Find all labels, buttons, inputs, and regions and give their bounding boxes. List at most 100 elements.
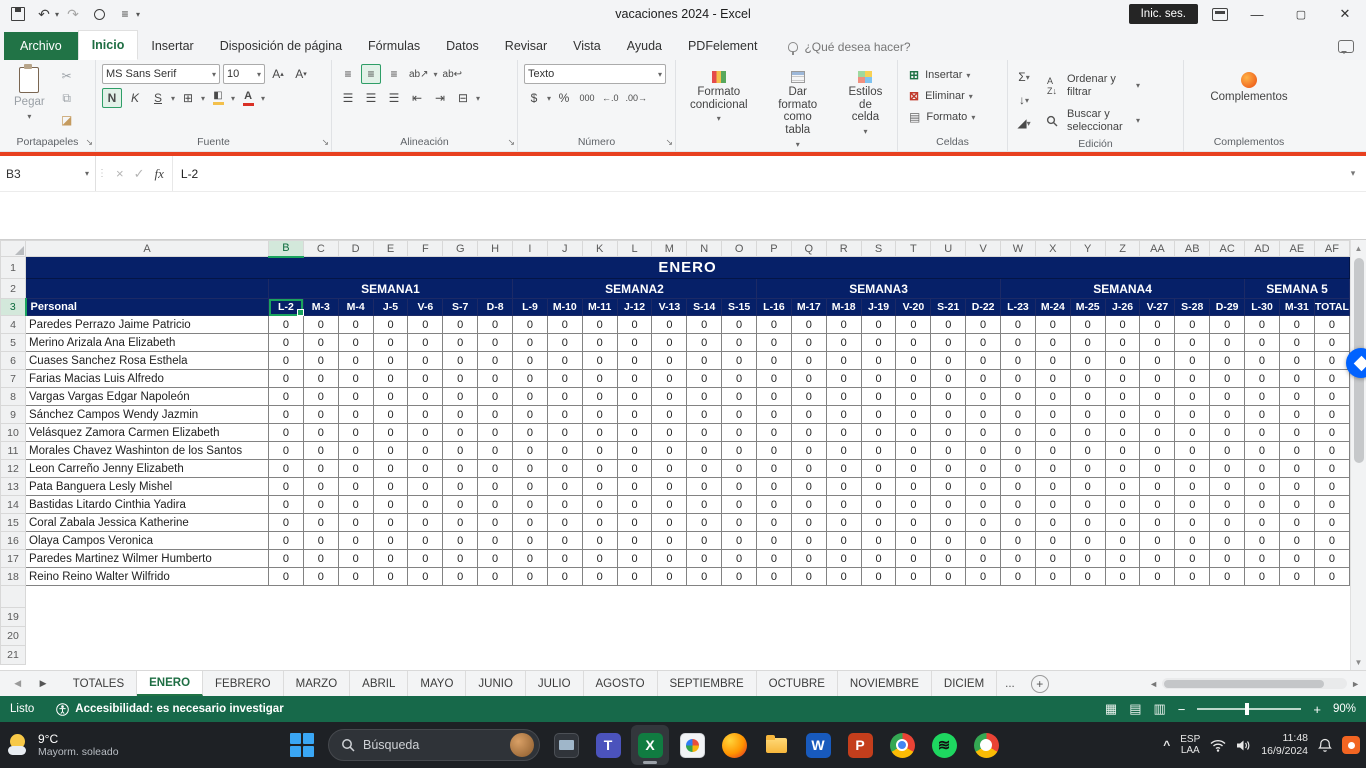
value-cell[interactable]: 0 xyxy=(269,406,304,424)
value-cell[interactable]: 0 xyxy=(1245,406,1280,424)
day-header-cell[interactable]: S-7 xyxy=(443,299,478,316)
row-header-4[interactable]: 4 xyxy=(1,316,26,334)
value-cell[interactable]: 0 xyxy=(478,568,513,586)
formula-bar-expand-icon[interactable]: ▾ xyxy=(1340,156,1366,191)
column-header-M[interactable]: M xyxy=(652,241,687,257)
value-cell[interactable]: 0 xyxy=(896,370,931,388)
value-cell[interactable]: 0 xyxy=(408,532,443,550)
value-cell[interactable]: 0 xyxy=(757,460,792,478)
value-cell[interactable]: 0 xyxy=(791,388,826,406)
row-header-6[interactable]: 6 xyxy=(1,352,26,370)
formula-bar-extended-area[interactable] xyxy=(0,192,1366,240)
value-cell[interactable]: 0 xyxy=(861,370,896,388)
value-cell[interactable]: 0 xyxy=(338,460,373,478)
value-cell[interactable]: 0 xyxy=(1105,568,1140,586)
value-cell[interactable]: 0 xyxy=(373,514,408,532)
sheet-nav-right-icon[interactable]: ► xyxy=(37,678,48,690)
value-cell[interactable]: 0 xyxy=(722,352,757,370)
value-cell[interactable]: 0 xyxy=(269,352,304,370)
day-header-cell[interactable]: S-28 xyxy=(1175,299,1210,316)
monitor-taskbar-icon[interactable] xyxy=(547,725,585,765)
value-cell[interactable]: 0 xyxy=(826,532,861,550)
copy-icon[interactable]: ⧉ xyxy=(57,88,77,108)
value-cell[interactable]: 0 xyxy=(1175,532,1210,550)
clear-icon[interactable]: ◢▾ xyxy=(1014,113,1034,133)
value-cell[interactable]: 0 xyxy=(1140,442,1175,460)
column-header-R[interactable]: R xyxy=(826,241,861,257)
value-cell[interactable]: 0 xyxy=(582,532,617,550)
page-break-view-icon[interactable]: ▥ xyxy=(1153,701,1165,717)
value-cell[interactable]: 0 xyxy=(1035,550,1070,568)
day-header-cell[interactable]: M-3 xyxy=(303,299,338,316)
value-cell[interactable]: 0 xyxy=(1001,568,1036,586)
value-cell[interactable]: 0 xyxy=(1279,352,1314,370)
value-cell[interactable]: 0 xyxy=(1035,568,1070,586)
value-cell[interactable]: 0 xyxy=(1210,532,1245,550)
value-cell[interactable]: 0 xyxy=(966,514,1001,532)
volume-icon[interactable] xyxy=(1236,739,1251,752)
value-cell[interactable]: 0 xyxy=(373,424,408,442)
value-cell[interactable]: 0 xyxy=(478,496,513,514)
value-cell[interactable]: 0 xyxy=(373,460,408,478)
value-cell[interactable]: 0 xyxy=(652,442,687,460)
value-cell[interactable]: 0 xyxy=(687,316,722,334)
new-sheet-icon[interactable]: + xyxy=(1031,675,1049,693)
value-cell[interactable]: 0 xyxy=(513,568,548,586)
row-header-10[interactable]: 10 xyxy=(1,424,26,442)
value-cell[interactable]: 0 xyxy=(269,424,304,442)
value-cell[interactable]: 0 xyxy=(373,478,408,496)
value-cell[interactable]: 0 xyxy=(1105,370,1140,388)
value-cell[interactable]: 0 xyxy=(547,442,582,460)
column-header-C[interactable]: C xyxy=(303,241,338,257)
ribbon-tab-vista[interactable]: Vista xyxy=(560,32,614,60)
value-cell[interactable]: 0 xyxy=(826,316,861,334)
value-cell[interactable]: 0 xyxy=(269,334,304,352)
borders-icon[interactable]: ⊞ xyxy=(178,88,198,108)
day-header-cell[interactable]: V-27 xyxy=(1140,299,1175,316)
day-header-cell[interactable]: J-19 xyxy=(861,299,896,316)
value-cell[interactable]: 0 xyxy=(269,532,304,550)
value-cell[interactable]: 0 xyxy=(861,334,896,352)
value-cell[interactable]: 0 xyxy=(791,514,826,532)
value-cell[interactable]: 0 xyxy=(1210,424,1245,442)
zoom-level[interactable]: 90% xyxy=(1333,703,1356,715)
day-header-cell[interactable]: M-10 xyxy=(547,299,582,316)
value-cell[interactable]: 0 xyxy=(861,388,896,406)
value-cell[interactable]: 0 xyxy=(1070,568,1105,586)
person-name-cell[interactable]: Leon Carreño Jenny Elizabeth xyxy=(26,460,269,478)
value-cell[interactable]: 0 xyxy=(687,532,722,550)
column-header-Y[interactable]: Y xyxy=(1070,241,1105,257)
value-cell[interactable]: 0 xyxy=(966,352,1001,370)
value-cell[interactable]: 0 xyxy=(513,550,548,568)
format-as-table-button[interactable]: Dar formato como tabla▾ xyxy=(764,68,832,152)
value-cell[interactable]: 0 xyxy=(408,496,443,514)
value-cell[interactable]: 0 xyxy=(1314,424,1349,442)
value-cell[interactable]: 0 xyxy=(617,406,652,424)
value-cell[interactable]: 0 xyxy=(757,424,792,442)
google-taskbar-icon[interactable] xyxy=(967,725,1005,765)
value-cell[interactable]: 0 xyxy=(1279,406,1314,424)
person-name-cell[interactable]: Bastidas Litardo Cinthia Yadira xyxy=(26,496,269,514)
value-cell[interactable]: 0 xyxy=(303,316,338,334)
value-cell[interactable]: 0 xyxy=(1314,568,1349,586)
orientation-icon[interactable]: ab↗ xyxy=(407,64,431,84)
underline-button[interactable]: S xyxy=(148,88,168,108)
day-header-cell[interactable]: M-4 xyxy=(338,299,373,316)
value-cell[interactable]: 0 xyxy=(513,352,548,370)
row-header-7[interactable]: 7 xyxy=(1,370,26,388)
name-box-dropdown-icon[interactable]: ▾ xyxy=(85,169,89,178)
value-cell[interactable]: 0 xyxy=(547,316,582,334)
value-cell[interactable]: 0 xyxy=(408,370,443,388)
value-cell[interactable]: 0 xyxy=(1001,496,1036,514)
value-cell[interactable]: 0 xyxy=(896,550,931,568)
comments-icon[interactable] xyxy=(1338,40,1354,53)
day-header-cell[interactable]: M-18 xyxy=(826,299,861,316)
wrap-text-icon[interactable]: ab↩ xyxy=(441,64,465,84)
value-cell[interactable]: 0 xyxy=(757,334,792,352)
value-cell[interactable]: 0 xyxy=(861,352,896,370)
value-cell[interactable]: 0 xyxy=(791,550,826,568)
value-cell[interactable]: 0 xyxy=(826,550,861,568)
autosum-icon[interactable]: Σ▾ xyxy=(1014,67,1034,87)
insert-function-icon[interactable]: fx xyxy=(155,166,164,182)
value-cell[interactable]: 0 xyxy=(722,550,757,568)
